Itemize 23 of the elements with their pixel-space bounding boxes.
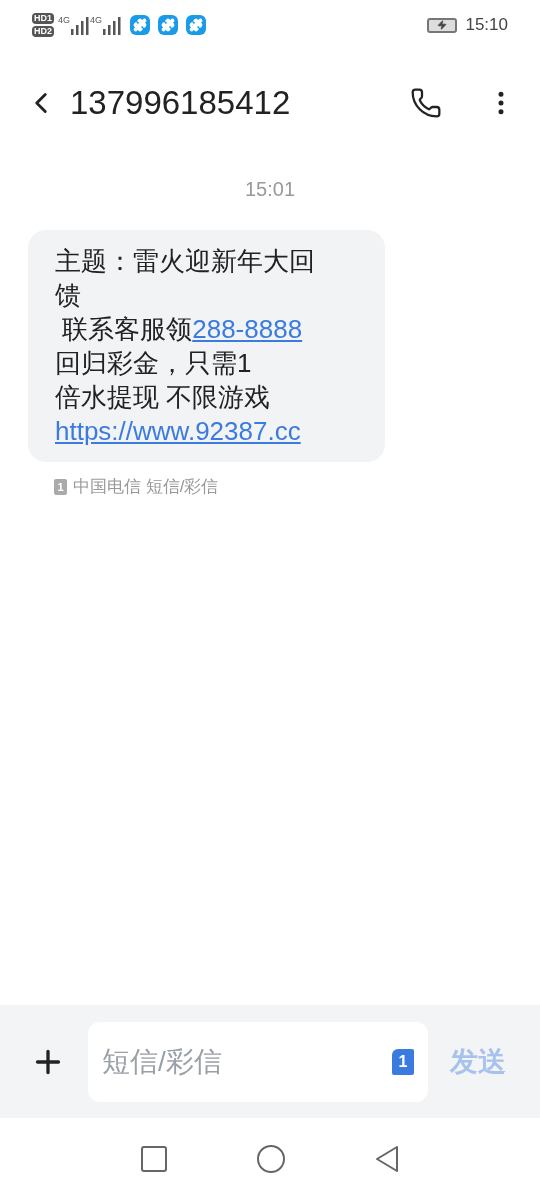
message-link[interactable]: 288-8888 <box>192 314 303 344</box>
sim-label: HD2 <box>32 26 54 37</box>
puzzle-icon <box>186 15 207 35</box>
message-link[interactable]: https://www.92387.cc <box>55 416 301 446</box>
battery-icon <box>427 17 458 33</box>
puzzle-icon <box>130 15 151 35</box>
sim-label: HD1 <box>32 13 54 24</box>
message-input[interactable]: 短信/彩信 1 <box>88 1021 428 1102</box>
contact-title: 137996185412 <box>70 83 292 124</box>
sim-card-icon: 1 <box>54 478 67 495</box>
signal-icon <box>70 15 91 35</box>
puzzle-icon <box>158 15 179 35</box>
signal-icon <box>102 15 123 35</box>
network-label: 4G <box>90 15 103 25</box>
phone-icon[interactable] <box>410 87 442 119</box>
network-label: 4G <box>58 15 71 25</box>
timestamp: 15:01 <box>244 177 296 202</box>
clock: 15:10 <box>465 14 508 37</box>
message-text: 主题：雷火迎新年大回 馈 联系客服领288-8888 回归彩金，只需1 倍水提现 不限游戏 https://www.92387.cc <box>55 245 316 448</box>
carrier-label: 中国电信 短信/彩信 <box>73 476 219 498</box>
recents-icon[interactable] <box>141 1146 167 1172</box>
sim-card-icon[interactable]: 1 <box>392 1048 414 1075</box>
home-icon[interactable] <box>257 1145 285 1173</box>
